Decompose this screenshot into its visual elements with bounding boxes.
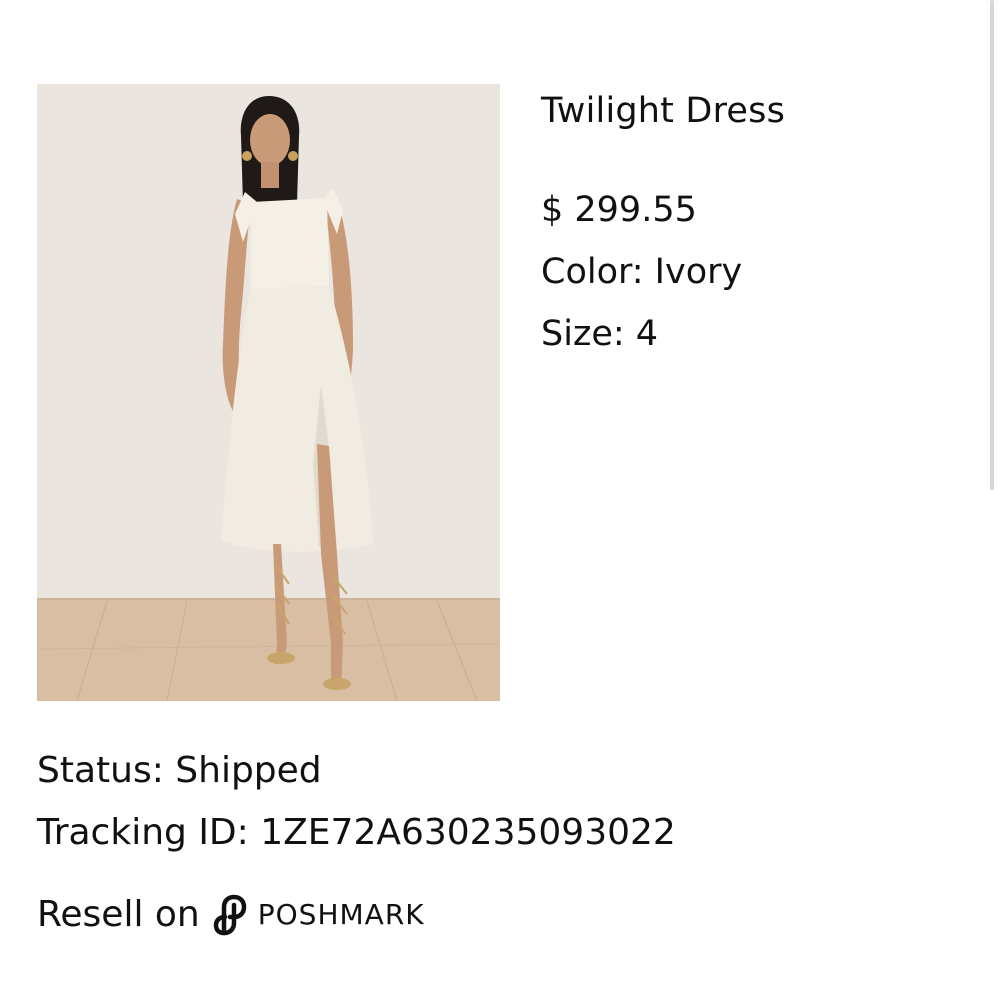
- poshmark-brand-label: POSHMARK: [257, 898, 425, 931]
- product-price: $ 299.55: [541, 190, 697, 230]
- dress-photo: [37, 84, 500, 701]
- resell-on-poshmark-button[interactable]: Resell on POSHMARK: [37, 887, 425, 943]
- product-color: Color: Ivory: [541, 252, 743, 292]
- order-info: Status: Shipped Tracking ID: 1ZE72A63023…: [37, 740, 937, 864]
- order-status: Status: Shipped: [37, 750, 322, 791]
- scrollbar[interactable]: [990, 0, 994, 490]
- poshmark-logo-icon: [212, 893, 250, 937]
- resell-label: Resell on: [37, 894, 200, 935]
- tracking-id[interactable]: Tracking ID: 1ZE72A630235093022: [37, 802, 937, 864]
- product-size: Size: 4: [541, 314, 659, 354]
- product-details: Twilight Dress $ 299.55 Color: Ivory Siz…: [541, 88, 961, 365]
- product-title: Twilight Dress: [541, 91, 786, 131]
- product-detail-page: Twilight Dress $ 299.55 Color: Ivory Siz…: [0, 0, 1000, 1000]
- product-image[interactable]: [37, 84, 500, 701]
